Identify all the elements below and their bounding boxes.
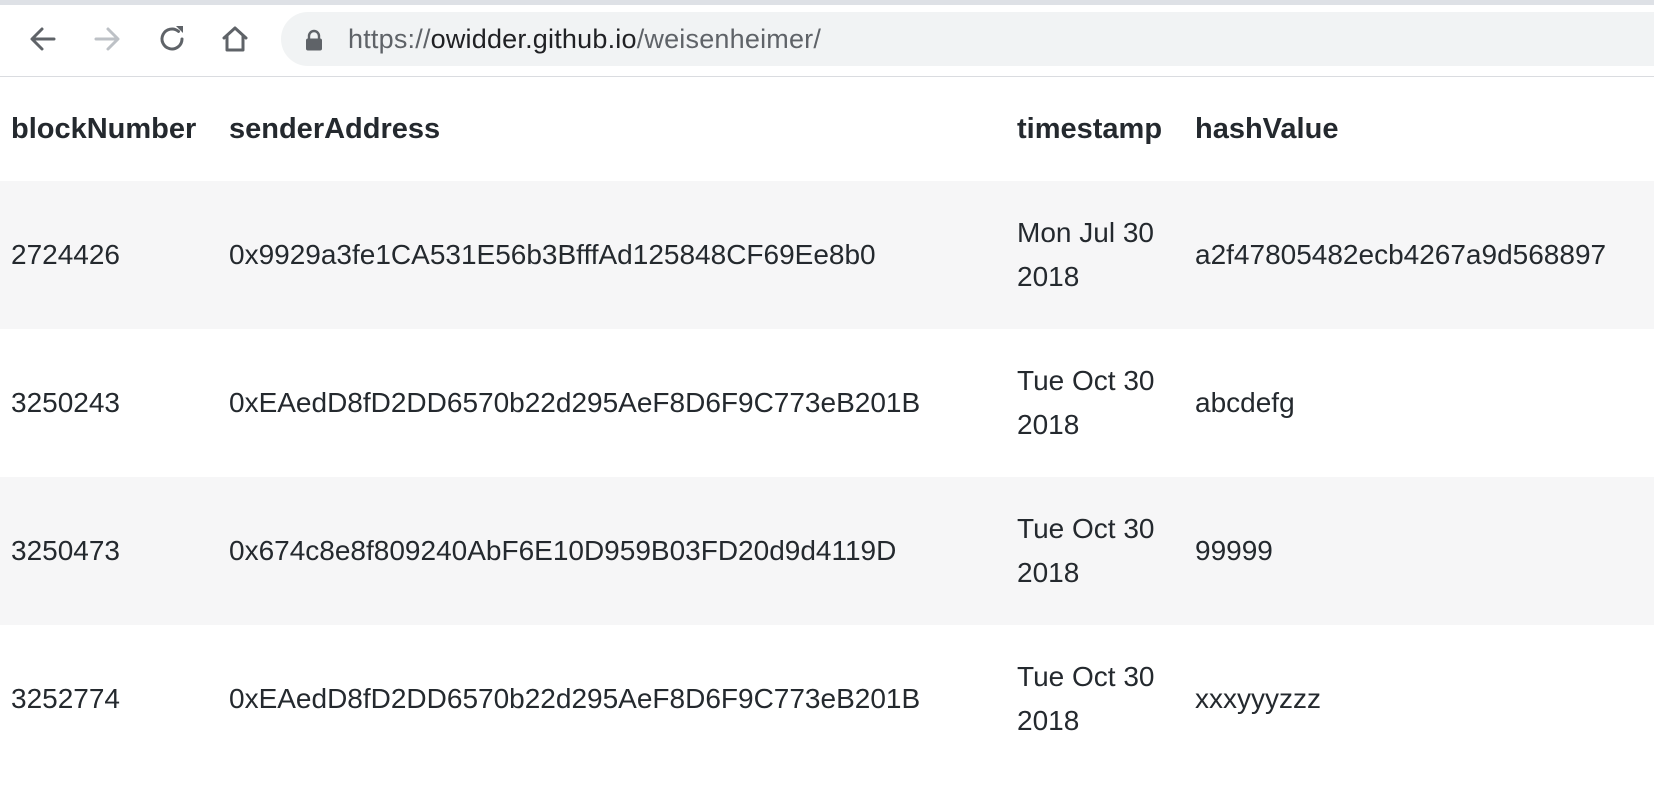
- cell-hash-value: a2f47805482ecb4267a9d568897: [1195, 239, 1607, 270]
- lock-icon: [306, 29, 322, 51]
- table-row: 3250243 0xEAedD8fD2DD6570b22d295AeF8D6F9…: [0, 329, 1654, 477]
- cell-block-number: 3252774: [11, 683, 121, 714]
- home-button[interactable]: [215, 19, 255, 59]
- home-icon: [222, 26, 248, 52]
- page-content: blockNumber senderAddress timestamp hash…: [0, 77, 1654, 790]
- header-hash-value: hashValue: [1195, 112, 1339, 145]
- header-timestamp: timestamp: [1017, 112, 1163, 145]
- back-button[interactable]: [23, 19, 63, 59]
- reload-icon: [160, 26, 184, 51]
- cell-sender-address: 0xEAedD8fD2DD6570b22d295AeF8D6F9C773eB20…: [229, 683, 921, 714]
- back-arrow-icon: [30, 27, 56, 51]
- header-sender-address: senderAddress: [229, 112, 441, 145]
- table-row: 2724426 0x9929a3fe1CA531E56b3BfffAd12584…: [0, 181, 1654, 329]
- header-block-number: blockNumber: [11, 112, 197, 145]
- cell-sender-address: 0x9929a3fe1CA531E56b3BfffAd125848CF69Ee8…: [229, 239, 876, 270]
- forward-arrow-icon: [94, 27, 120, 51]
- cell-block-number: 3250473: [11, 535, 121, 566]
- cell-hash-value: 99999: [1195, 535, 1273, 566]
- cell-hash-value: xxxyyyzzz: [1195, 683, 1321, 714]
- cell-timestamp: Tue Oct 30 2018: [1017, 365, 1155, 440]
- table-header-row: blockNumber senderAddress timestamp hash…: [0, 77, 1654, 181]
- cell-block-number: 2724426: [11, 239, 121, 270]
- url-scheme: https://: [348, 24, 431, 54]
- address-bar[interactable]: https://owidder.github.io/weisenheimer/: [281, 12, 1654, 66]
- cell-timestamp: Mon Jul 30 2018: [1017, 217, 1154, 292]
- reload-button[interactable]: [152, 19, 192, 59]
- transactions-table: blockNumber senderAddress timestamp hash…: [0, 77, 1654, 773]
- url-text[interactable]: https://owidder.github.io/weisenheimer/: [348, 25, 821, 53]
- forward-button[interactable]: [87, 19, 127, 59]
- table-row: 3250473 0x674c8e8f809240AbF6E10D959B03FD…: [0, 477, 1654, 625]
- cell-timestamp: Tue Oct 30 2018: [1017, 513, 1155, 588]
- cell-sender-address: 0xEAedD8fD2DD6570b22d295AeF8D6F9C773eB20…: [229, 387, 921, 418]
- cell-timestamp: Tue Oct 30 2018: [1017, 661, 1155, 736]
- browser-toolbar: https://owidder.github.io/weisenheimer/: [0, 5, 1654, 77]
- cell-block-number: 3250243: [11, 387, 121, 418]
- table-row: 3252774 0xEAedD8fD2DD6570b22d295AeF8D6F9…: [0, 625, 1654, 773]
- url-path: /weisenheimer/: [636, 24, 822, 54]
- cell-hash-value: abcdefg: [1195, 387, 1295, 418]
- cell-sender-address: 0x674c8e8f809240AbF6E10D959B03FD20d9d411…: [229, 535, 897, 566]
- url-host: owidder.github.io: [430, 24, 637, 54]
